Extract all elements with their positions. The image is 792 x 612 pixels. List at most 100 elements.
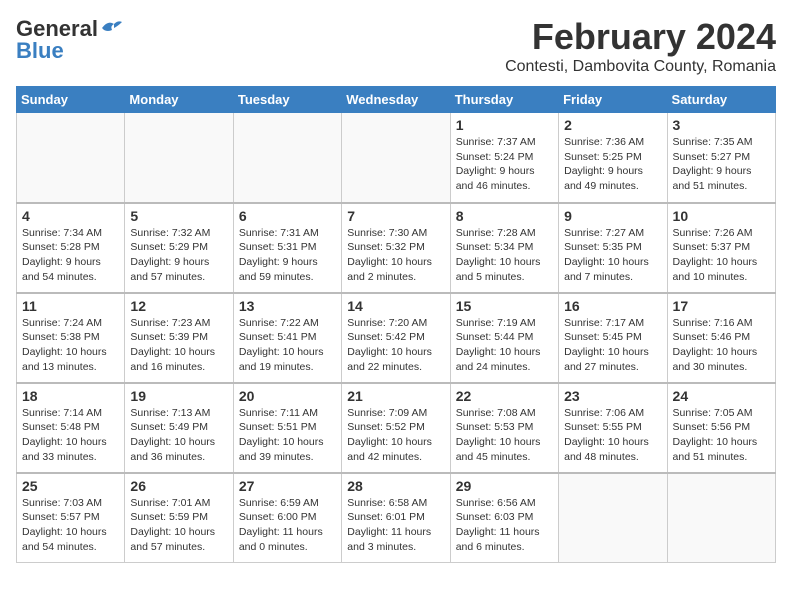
day-number: 17 bbox=[673, 298, 770, 314]
calendar-cell: 27 Sunrise: 6:59 AM Sunset: 6:00 PM Dayli… bbox=[233, 473, 341, 563]
day-number: 26 bbox=[130, 478, 227, 494]
page-header: General Blue February 2024 Contesti, Dam… bbox=[16, 16, 776, 76]
day-info: Sunrise: 7:35 AM Sunset: 5:27 PM Dayligh… bbox=[673, 135, 770, 194]
calendar-cell: 18Sunrise: 7:14 AM Sunset: 5:48 PM Dayli… bbox=[17, 383, 125, 473]
day-info: Sunrise: 7:22 AM Sunset: 5:41 PM Dayligh… bbox=[239, 316, 336, 375]
day-info: Sunrise: 7:23 AM Sunset: 5:39 PM Dayligh… bbox=[130, 316, 227, 375]
day-number: 13 bbox=[239, 298, 336, 314]
day-number: 5 bbox=[130, 208, 227, 224]
day-number: 15 bbox=[456, 298, 553, 314]
calendar-cell: 7Sunrise: 7:30 AM Sunset: 5:32 PM Daylig… bbox=[342, 203, 450, 293]
day-info: Sunrise: 7:03 AM Sunset: 5:57 PM Dayligh… bbox=[22, 496, 119, 555]
calendar-cell bbox=[233, 113, 341, 203]
day-info: Sunrise: 7:32 AM Sunset: 5:29 PM Dayligh… bbox=[130, 226, 227, 285]
header-monday: Monday bbox=[125, 87, 233, 113]
day-number: 22 bbox=[456, 388, 553, 404]
calendar-cell bbox=[342, 113, 450, 203]
month-year-title: February 2024 bbox=[505, 16, 776, 58]
calendar-cell: 23Sunrise: 7:06 AM Sunset: 5:55 PM Dayli… bbox=[559, 383, 667, 473]
day-info: Sunrise: 7:34 AM Sunset: 5:28 PM Dayligh… bbox=[22, 226, 119, 285]
day-info: Sunrise: 7:24 AM Sunset: 5:38 PM Dayligh… bbox=[22, 316, 119, 375]
calendar-table: SundayMondayTuesdayWednesdayThursdayFrid… bbox=[16, 86, 776, 563]
day-number: 11 bbox=[22, 298, 119, 314]
day-number: 4 bbox=[22, 208, 119, 224]
calendar-cell bbox=[559, 473, 667, 563]
day-info: Sunrise: 7:31 AM Sunset: 5:31 PM Dayligh… bbox=[239, 226, 336, 285]
logo-bird-icon bbox=[100, 18, 122, 36]
location-subtitle: Contesti, Dambovita County, Romania bbox=[505, 58, 776, 76]
day-number: 27 bbox=[239, 478, 336, 494]
logo-blue: Blue bbox=[16, 38, 122, 64]
day-number: 2 bbox=[564, 117, 661, 133]
day-info: Sunrise: 7:37 AM Sunset: 5:24 PM Dayligh… bbox=[456, 135, 553, 194]
week-row-1: 1 Sunrise: 7:37 AM Sunset: 5:24 PM Daylig… bbox=[17, 113, 776, 203]
day-number: 1 bbox=[456, 117, 553, 133]
calendar-cell: 6 Sunrise: 7:31 AM Sunset: 5:31 PM Daylig… bbox=[233, 203, 341, 293]
calendar-cell: 3 Sunrise: 7:35 AM Sunset: 5:27 PM Daylig… bbox=[667, 113, 775, 203]
day-info: Sunrise: 7:16 AM Sunset: 5:46 PM Dayligh… bbox=[673, 316, 770, 375]
day-info: Sunrise: 7:06 AM Sunset: 5:55 PM Dayligh… bbox=[564, 406, 661, 465]
day-number: 18 bbox=[22, 388, 119, 404]
week-row-5: 25 Sunrise: 7:03 AM Sunset: 5:57 PM Dayli… bbox=[17, 473, 776, 563]
calendar-cell: 5 Sunrise: 7:32 AM Sunset: 5:29 PM Daylig… bbox=[125, 203, 233, 293]
calendar-cell: 20Sunrise: 7:11 AM Sunset: 5:51 PM Dayli… bbox=[233, 383, 341, 473]
day-number: 28 bbox=[347, 478, 444, 494]
calendar-cell bbox=[17, 113, 125, 203]
day-number: 10 bbox=[673, 208, 770, 224]
day-info: Sunrise: 7:08 AM Sunset: 5:53 PM Dayligh… bbox=[456, 406, 553, 465]
title-section: February 2024 Contesti, Dambovita County… bbox=[505, 16, 776, 76]
day-number: 7 bbox=[347, 208, 444, 224]
calendar-cell: 22 Sunrise: 7:08 AM Sunset: 5:53 PM Dayli… bbox=[450, 383, 558, 473]
calendar-cell: 10 Sunrise: 7:26 AM Sunset: 5:37 PM Dayli… bbox=[667, 203, 775, 293]
calendar-body: 1 Sunrise: 7:37 AM Sunset: 5:24 PM Daylig… bbox=[17, 113, 776, 563]
calendar-cell: 24 Sunrise: 7:05 AM Sunset: 5:56 PM Dayli… bbox=[667, 383, 775, 473]
day-number: 25 bbox=[22, 478, 119, 494]
week-row-3: 11 Sunrise: 7:24 AM Sunset: 5:38 PM Dayli… bbox=[17, 293, 776, 383]
calendar-cell: 9Sunrise: 7:27 AM Sunset: 5:35 PM Daylig… bbox=[559, 203, 667, 293]
calendar-cell: 29Sunrise: 6:56 AM Sunset: 6:03 PM Dayli… bbox=[450, 473, 558, 563]
calendar-cell: 25 Sunrise: 7:03 AM Sunset: 5:57 PM Dayli… bbox=[17, 473, 125, 563]
header-thursday: Thursday bbox=[450, 87, 558, 113]
header-row: SundayMondayTuesdayWednesdayThursdayFrid… bbox=[17, 87, 776, 113]
day-info: Sunrise: 7:05 AM Sunset: 5:56 PM Dayligh… bbox=[673, 406, 770, 465]
header-wednesday: Wednesday bbox=[342, 87, 450, 113]
calendar-cell: 4 Sunrise: 7:34 AM Sunset: 5:28 PM Daylig… bbox=[17, 203, 125, 293]
calendar-cell: 26Sunrise: 7:01 AM Sunset: 5:59 PM Dayli… bbox=[125, 473, 233, 563]
day-info: Sunrise: 7:27 AM Sunset: 5:35 PM Dayligh… bbox=[564, 226, 661, 285]
day-number: 16 bbox=[564, 298, 661, 314]
calendar-cell: 11 Sunrise: 7:24 AM Sunset: 5:38 PM Dayli… bbox=[17, 293, 125, 383]
day-number: 20 bbox=[239, 388, 336, 404]
header-friday: Friday bbox=[559, 87, 667, 113]
calendar-cell bbox=[667, 473, 775, 563]
day-info: Sunrise: 7:20 AM Sunset: 5:42 PM Dayligh… bbox=[347, 316, 444, 375]
calendar-cell: 17 Sunrise: 7:16 AM Sunset: 5:46 PM Dayli… bbox=[667, 293, 775, 383]
header-saturday: Saturday bbox=[667, 87, 775, 113]
day-info: Sunrise: 7:26 AM Sunset: 5:37 PM Dayligh… bbox=[673, 226, 770, 285]
day-number: 19 bbox=[130, 388, 227, 404]
day-info: Sunrise: 6:56 AM Sunset: 6:03 PM Dayligh… bbox=[456, 496, 553, 555]
day-info: Sunrise: 7:28 AM Sunset: 5:34 PM Dayligh… bbox=[456, 226, 553, 285]
calendar-cell: 14 Sunrise: 7:20 AM Sunset: 5:42 PM Dayli… bbox=[342, 293, 450, 383]
day-number: 3 bbox=[673, 117, 770, 133]
calendar-cell: 2Sunrise: 7:36 AM Sunset: 5:25 PM Daylig… bbox=[559, 113, 667, 203]
day-number: 24 bbox=[673, 388, 770, 404]
day-info: Sunrise: 6:58 AM Sunset: 6:01 PM Dayligh… bbox=[347, 496, 444, 555]
day-info: Sunrise: 6:59 AM Sunset: 6:00 PM Dayligh… bbox=[239, 496, 336, 555]
day-number: 12 bbox=[130, 298, 227, 314]
day-info: Sunrise: 7:19 AM Sunset: 5:44 PM Dayligh… bbox=[456, 316, 553, 375]
day-number: 8 bbox=[456, 208, 553, 224]
day-number: 6 bbox=[239, 208, 336, 224]
day-number: 21 bbox=[347, 388, 444, 404]
calendar-cell: 21 Sunrise: 7:09 AM Sunset: 5:52 PM Dayli… bbox=[342, 383, 450, 473]
week-row-2: 4 Sunrise: 7:34 AM Sunset: 5:28 PM Daylig… bbox=[17, 203, 776, 293]
logo: General Blue bbox=[16, 16, 122, 64]
calendar-cell bbox=[125, 113, 233, 203]
day-info: Sunrise: 7:13 AM Sunset: 5:49 PM Dayligh… bbox=[130, 406, 227, 465]
day-number: 14 bbox=[347, 298, 444, 314]
calendar-header: SundayMondayTuesdayWednesdayThursdayFrid… bbox=[17, 87, 776, 113]
calendar-cell: 8 Sunrise: 7:28 AM Sunset: 5:34 PM Daylig… bbox=[450, 203, 558, 293]
day-info: Sunrise: 7:09 AM Sunset: 5:52 PM Dayligh… bbox=[347, 406, 444, 465]
calendar-cell: 16Sunrise: 7:17 AM Sunset: 5:45 PM Dayli… bbox=[559, 293, 667, 383]
week-row-4: 18Sunrise: 7:14 AM Sunset: 5:48 PM Dayli… bbox=[17, 383, 776, 473]
calendar-cell: 13 Sunrise: 7:22 AM Sunset: 5:41 PM Dayli… bbox=[233, 293, 341, 383]
